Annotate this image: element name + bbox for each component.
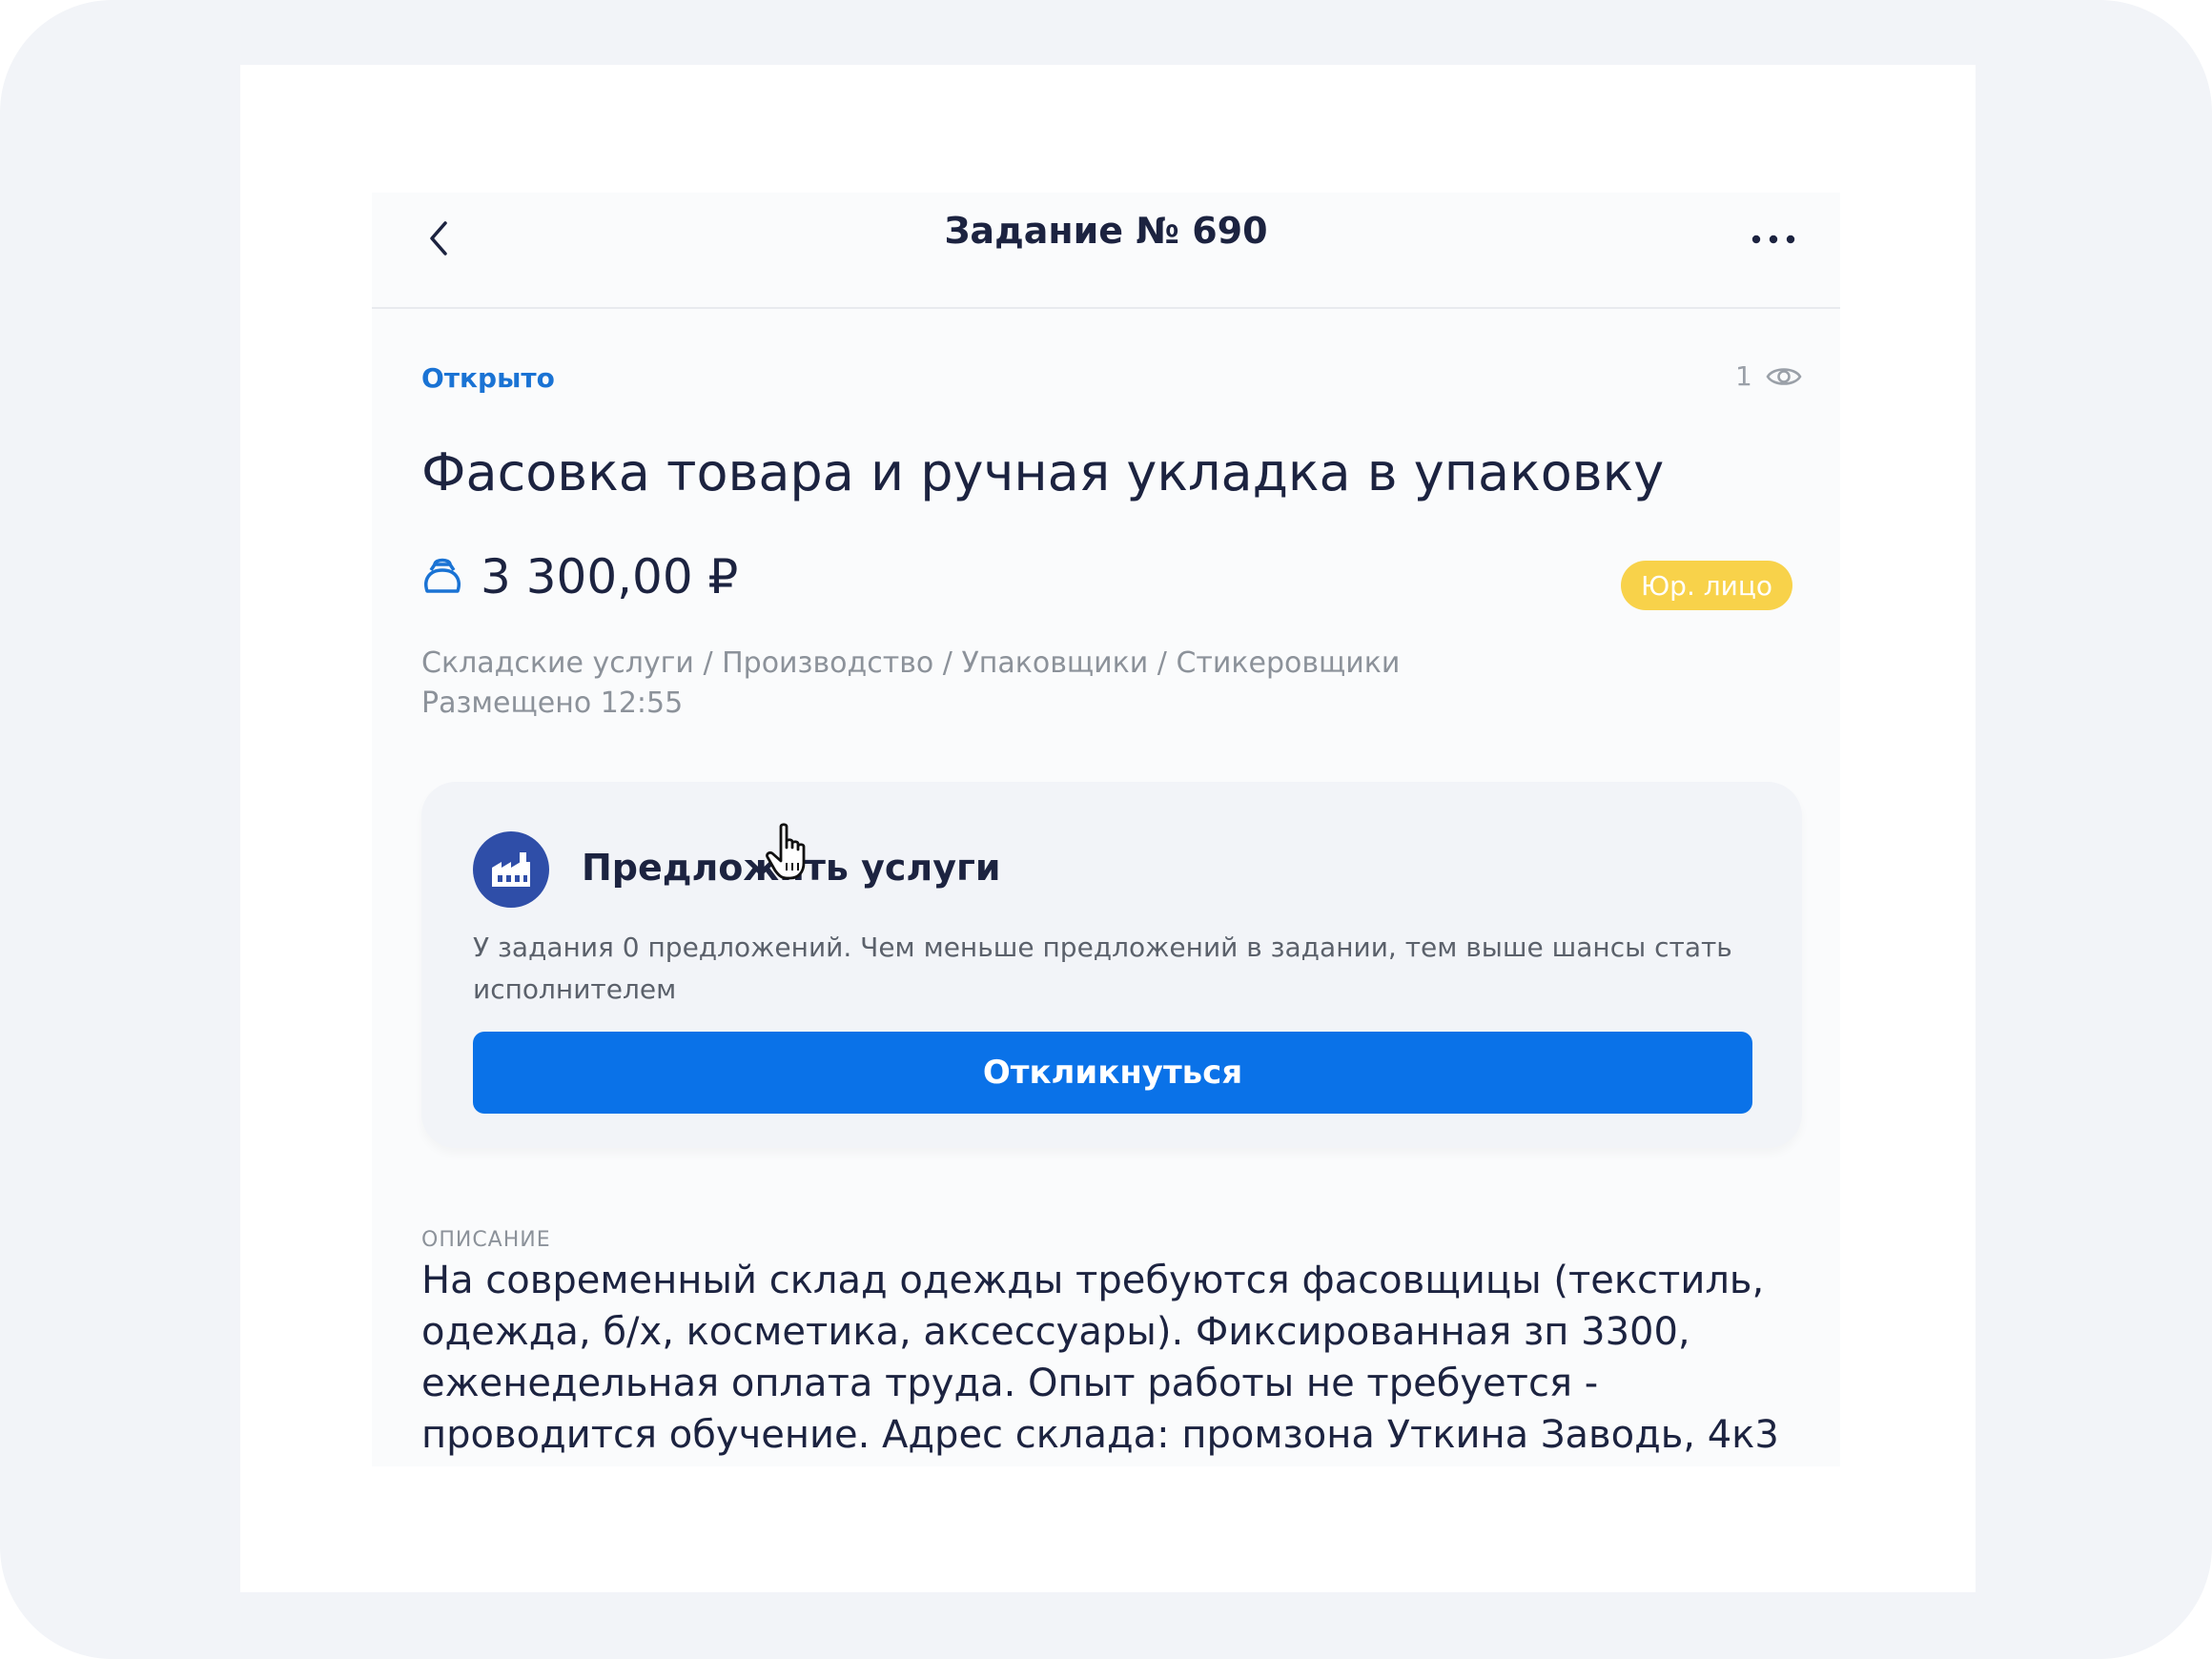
factory-icon — [492, 852, 530, 887]
hand-cursor-icon — [766, 823, 806, 880]
views-counter: 1 — [1735, 360, 1802, 392]
description-label: ОПИСАНИЕ — [421, 1228, 551, 1252]
eye-icon — [1766, 367, 1802, 385]
task-title: Фасовка товара и ручная укладка в упаков… — [421, 442, 1665, 502]
factory-badge — [473, 831, 549, 908]
status-label: Открыто — [421, 362, 555, 394]
task-screen: Задание № 690 Открыто 1 Фасовка товара и… — [372, 193, 1840, 1466]
money-bag-icon — [424, 558, 461, 593]
views-count: 1 — [1735, 360, 1752, 392]
legal-entity-badge: Юр. лицо — [1621, 561, 1792, 610]
category-path: Складские услуги / Производство / Упаков… — [421, 646, 1401, 680]
top-bar: Задание № 690 — [372, 193, 1840, 309]
description-text: На современный склад одежды требуются фа… — [421, 1259, 1779, 1466]
offer-services-card: Предложить услуги У задания 0 предложени… — [421, 782, 1802, 1148]
page-title: Задание № 690 — [944, 210, 1268, 252]
price: 3 300,00 ₽ — [481, 549, 739, 604]
respond-button[interactable]: Откликнуться — [473, 1032, 1752, 1114]
posted-time: Размещено 12:55 — [421, 686, 684, 720]
more-horizontal-icon — [1751, 235, 1795, 244]
offer-description: У задания 0 предложений. Чем меньше пред… — [473, 932, 1732, 1005]
more-button[interactable] — [1745, 227, 1802, 252]
price-row: 3 300,00 ₽ — [421, 549, 738, 604]
